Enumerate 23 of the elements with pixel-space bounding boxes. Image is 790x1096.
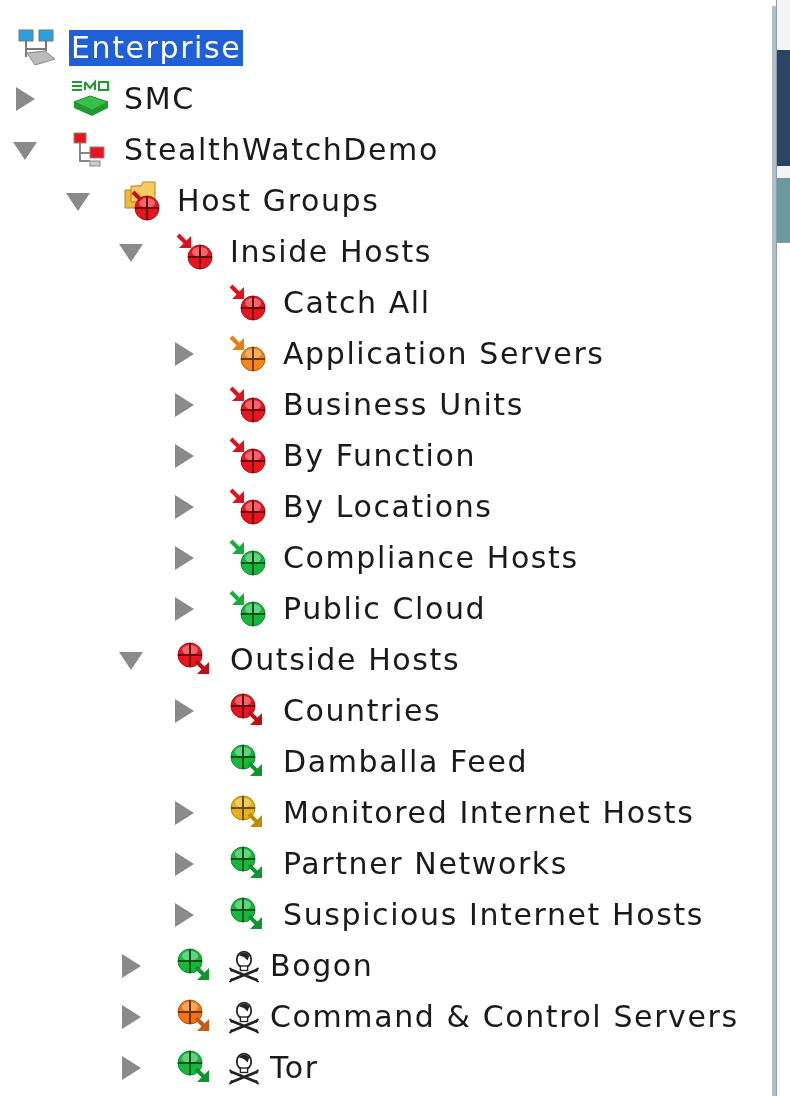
tree-item[interactable]: Business Units [281, 386, 526, 423]
tree-item[interactable]: Compliance Hosts [281, 539, 581, 576]
tree-item[interactable]: Host Groups [175, 182, 382, 219]
tree-item[interactable]: Outside Hosts [228, 641, 463, 678]
tree-item[interactable]: Command & Control Servers [268, 998, 741, 1035]
tree-item[interactable]: Suspicious Internet Hosts [281, 896, 707, 933]
tree-item[interactable]: Inside Hosts [228, 233, 434, 270]
tree-item[interactable]: SMC [122, 80, 197, 117]
tree-item[interactable]: Bogon [268, 947, 376, 984]
tree-item[interactable]: By Function [281, 437, 479, 474]
tree-item[interactable]: Application Servers [281, 335, 607, 372]
tree-item[interactable]: Enterprise [69, 29, 244, 66]
tree-item[interactable]: Countries [281, 692, 444, 729]
tree-item[interactable]: Public Cloud [281, 590, 489, 627]
folder-icon [121, 179, 163, 222]
tree-item[interactable]: Monitored Internet Hosts [281, 794, 697, 831]
tree-item[interactable]: StealthWatchDemo [122, 131, 441, 168]
tree-item[interactable]: By Locations [281, 488, 495, 525]
tree-item[interactable]: Tor [268, 1049, 321, 1086]
network-icon [15, 26, 57, 69]
tree-item[interactable]: Partner Networks [281, 845, 571, 882]
tree-item[interactable]: Damballa Feed [281, 743, 531, 780]
tree-item[interactable]: Catch All [281, 284, 433, 321]
